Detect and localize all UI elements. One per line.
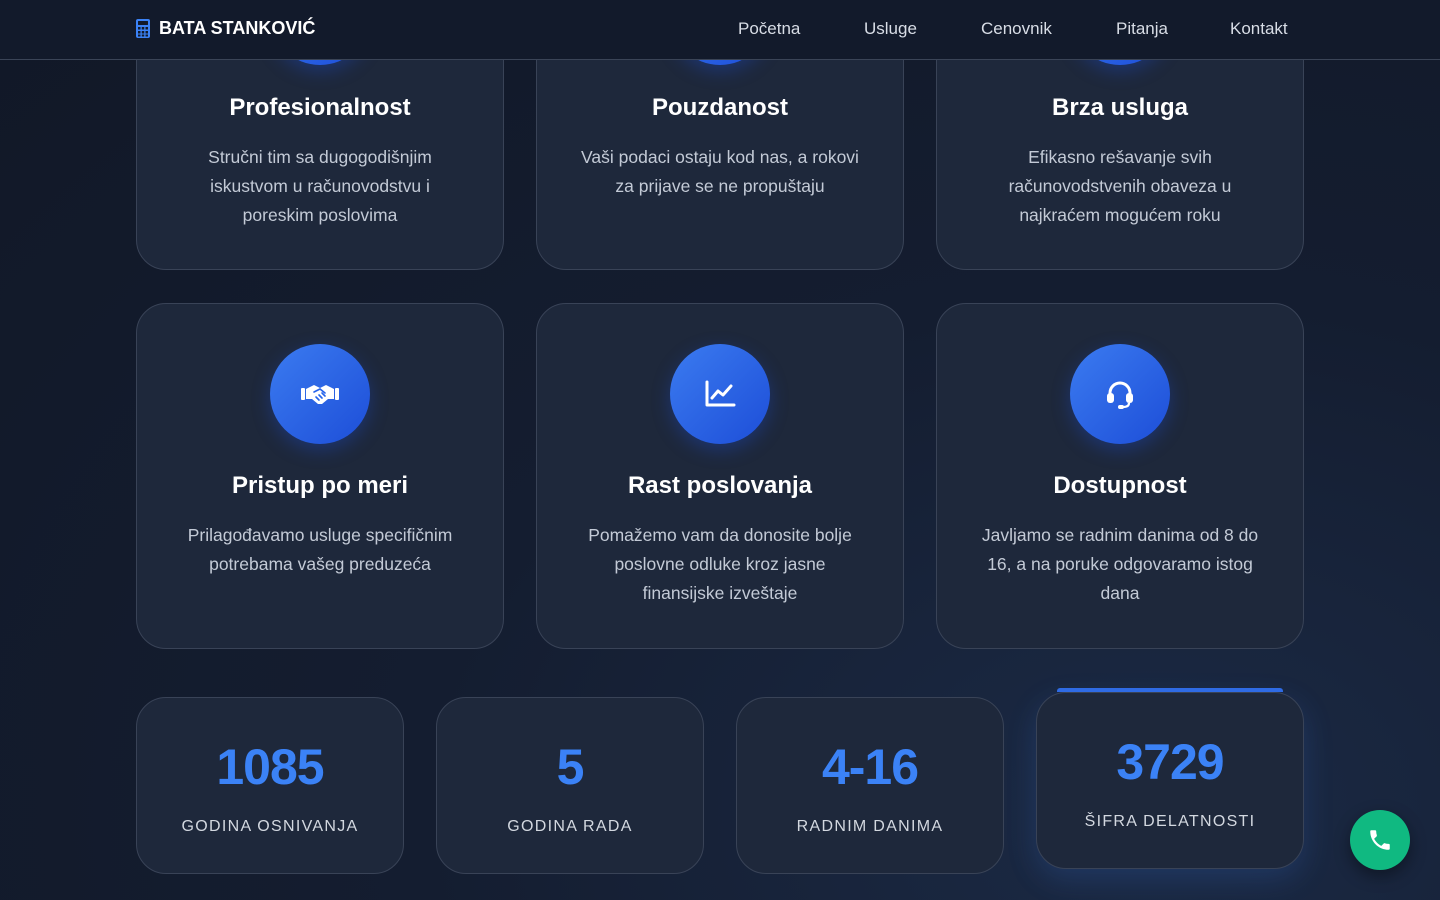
feature-icon-circle bbox=[270, 344, 370, 444]
nav-usluge[interactable]: Usluge bbox=[864, 19, 917, 39]
stat-label: GODINA RADA bbox=[507, 818, 633, 835]
stat-label: RADNIM DANIMA bbox=[796, 818, 944, 835]
feature-text: Pomažemo vam da donosite bolje poslovne … bbox=[588, 525, 852, 603]
feature-icon-circle bbox=[670, 344, 770, 444]
feature-text: Javljamo se radnim danima od 8 do 16, a … bbox=[981, 525, 1259, 603]
headset-icon bbox=[1107, 381, 1133, 409]
stat-value: 3729 bbox=[1116, 734, 1224, 790]
stat-label: ŠIFRA DELATNOSTI bbox=[1084, 813, 1256, 830]
feature-title: Pouzdanost bbox=[652, 94, 788, 121]
feature-title: Profesionalnost bbox=[229, 94, 411, 121]
stat-value: 1085 bbox=[216, 739, 324, 795]
feature-text: Efikasno rešavanje svih računovodstvenih… bbox=[1008, 147, 1232, 225]
feature-text: Vaši podaci ostaju kod nas, a rokovi za … bbox=[581, 147, 859, 196]
feature-card-pristup-po-meri: Pristup po meri Prilagođavamo usluge spe… bbox=[136, 303, 504, 649]
nav-cenovnik[interactable]: Cenovnik bbox=[981, 19, 1052, 39]
chart-line-icon bbox=[705, 380, 736, 407]
site-header: BATA STANKOVIĆ Početna Usluge Cenovnik P… bbox=[0, 0, 1440, 60]
feature-icon-circle bbox=[1070, 344, 1170, 444]
stat-card-founding-year: 1085 GODINA OSNIVANJA bbox=[136, 697, 404, 874]
feature-title: Pristup po meri bbox=[231, 472, 409, 499]
stat-card-activity-code: 3729 ŠIFRA DELATNOSTI bbox=[1036, 688, 1304, 869]
feature-card-dostupnost: Dostupnost Javljamo se radnim danima od … bbox=[936, 303, 1304, 649]
main-nav: Početna Usluge Cenovnik Pitanja Kontakt bbox=[0, 19, 1440, 41]
feature-card-rast-poslovanja: Rast poslovanja Pomažemo vam da donosite… bbox=[536, 303, 904, 649]
handshake-icon bbox=[301, 385, 339, 404]
feature-title: Dostupnost bbox=[1053, 472, 1187, 499]
stat-value: 4-16 bbox=[821, 739, 919, 795]
feature-text: Stručni tim sa dugogodišnjim iskustvom u… bbox=[208, 147, 432, 225]
feature-text: Prilagođavamo usluge specifičnim potreba… bbox=[187, 525, 453, 574]
feature-title: Rast poslovanja bbox=[627, 472, 813, 499]
stat-value: 5 bbox=[556, 739, 585, 795]
call-button[interactable] bbox=[1350, 810, 1410, 870]
stat-card-working-hours: 4-16 RADNIM DANIMA bbox=[736, 697, 1004, 874]
nav-pocetna[interactable]: Početna bbox=[738, 19, 800, 39]
nav-pitanja[interactable]: Pitanja bbox=[1116, 19, 1168, 39]
nav-kontakt[interactable]: Kontakt bbox=[1230, 19, 1288, 39]
phone-icon bbox=[1370, 830, 1390, 850]
stat-label: GODINA OSNIVANJA bbox=[181, 818, 359, 835]
stat-card-years-active: 5 GODINA RADA bbox=[436, 697, 704, 874]
feature-title: Brza usluga bbox=[1051, 94, 1189, 121]
